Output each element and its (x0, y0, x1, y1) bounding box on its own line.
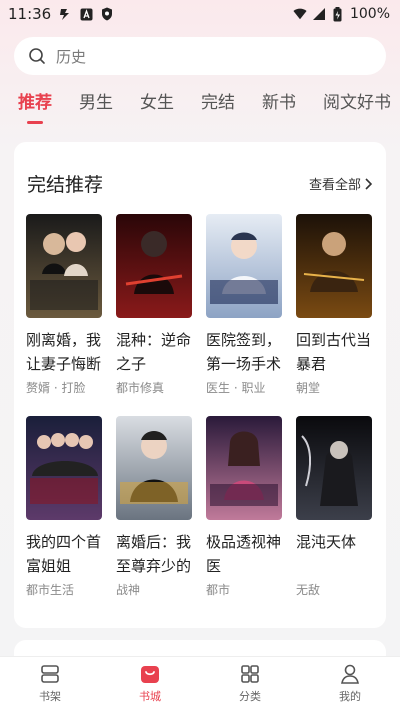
book-tag: 都市生活 (26, 583, 75, 597)
book-item[interactable]: 回到古代当暴君 朝堂 (296, 214, 376, 396)
book-cover (26, 214, 102, 318)
book-item[interactable]: 混种：逆命之子 都市修真 (116, 214, 196, 396)
category-icon (239, 663, 261, 685)
tab-yuewen-good-books[interactable]: 阅文好书 (323, 92, 391, 128)
tab-finished[interactable]: 完结 (201, 92, 235, 128)
nav-label: 书城 (139, 690, 161, 703)
tab-female[interactable]: 女生 (140, 92, 174, 128)
book-title: 混种：逆命之子 (116, 331, 192, 373)
notification-app-icon (58, 7, 72, 21)
nav-label: 书架 (39, 690, 61, 703)
book-cover (26, 416, 102, 520)
tab-new[interactable]: 新书 (262, 92, 296, 128)
book-item[interactable]: 我的四个首富姐姐 都市生活 (26, 416, 106, 598)
nav-bookshelf[interactable]: 书架 (0, 657, 100, 712)
search-icon (28, 47, 46, 65)
finished-recommend-section: 完结推荐 查看全部 刚离婚，我让妻子悔断 赘婿 · 打脸 混种：逆命之子 都市修… (14, 142, 386, 628)
book-item[interactable]: 刚离婚，我让妻子悔断 赘婿 · 打脸 (26, 214, 106, 396)
notification-a-icon (79, 7, 93, 21)
book-cover (296, 214, 372, 318)
profile-icon (339, 663, 361, 685)
wifi-icon (293, 7, 307, 21)
book-title: 混沌天体 (296, 533, 357, 551)
book-tag: 医生 · 职业 (206, 381, 266, 395)
book-cover (206, 416, 282, 520)
battery-percent: 100% (349, 6, 390, 22)
book-title: 刚离婚，我让妻子悔断 (26, 331, 102, 373)
bookstore-icon (139, 663, 161, 685)
book-tag: 无敌 (296, 583, 321, 597)
nav-label: 我的 (339, 690, 361, 703)
battery-icon (331, 6, 345, 21)
nav-profile[interactable]: 我的 (300, 657, 400, 712)
book-item[interactable]: 离婚后：我至尊弃少的 战神 (116, 416, 196, 598)
view-all-label: 查看全部 (308, 178, 361, 193)
book-title: 离婚后：我至尊弃少的 (116, 533, 192, 575)
nav-bookstore[interactable]: 书城 (100, 657, 200, 712)
search-placeholder: 历史 (56, 47, 87, 66)
search-bar[interactable]: 历史 (14, 37, 386, 75)
tab-recommend[interactable]: 推荐 (18, 92, 52, 128)
book-item[interactable]: 极品透视神医 都市 (206, 416, 286, 598)
nav-category[interactable]: 分类 (200, 657, 300, 712)
nav-label: 分类 (239, 690, 261, 703)
signal-icon (312, 7, 326, 21)
book-tag: 朝堂 (296, 381, 321, 395)
status-bar: 11:36 100% (0, 0, 400, 28)
book-tag: 都市修真 (116, 381, 165, 395)
book-title: 我的四个首富姐姐 (26, 533, 102, 575)
book-cover (296, 416, 372, 520)
book-cover (116, 416, 192, 520)
chevron-right-icon (364, 177, 372, 190)
bottom-navigation: 书架 书城 分类 我的 (0, 656, 400, 712)
shield-icon (100, 7, 114, 21)
category-tabs: 推荐 男生 女生 完结 新书 阅文好书 (0, 92, 400, 132)
book-tag: 赘婿 · 打脸 (26, 381, 86, 395)
book-tag: 都市 (206, 583, 231, 597)
tab-male[interactable]: 男生 (79, 92, 113, 128)
book-cover (116, 214, 192, 318)
book-title: 极品透视神医 (206, 533, 282, 575)
status-time: 11:36 (8, 5, 52, 23)
book-title: 回到古代当暴君 (296, 331, 372, 373)
book-tag: 战神 (116, 583, 141, 597)
book-cover (206, 214, 282, 318)
view-all-link[interactable]: 查看全部 (309, 174, 372, 193)
book-item[interactable]: 混沌天体 无敌 (296, 416, 376, 598)
book-title: 医院签到，第一场手术 (206, 331, 282, 373)
bookshelf-icon (39, 663, 61, 685)
book-item[interactable]: 医院签到，第一场手术 医生 · 职业 (206, 214, 286, 396)
section-title: 完结推荐 (27, 174, 104, 196)
